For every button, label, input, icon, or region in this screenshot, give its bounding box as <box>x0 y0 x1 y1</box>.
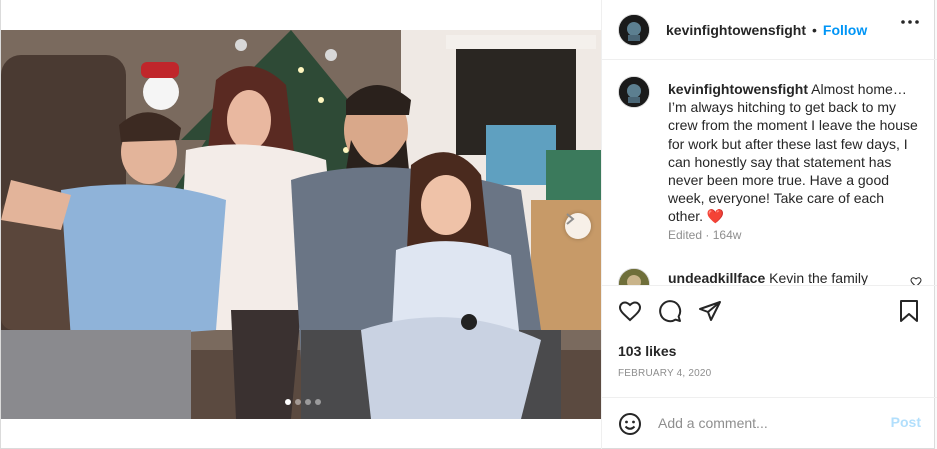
avatar[interactable] <box>618 76 650 108</box>
post-age[interactable]: 164w <box>713 228 742 242</box>
follow-button[interactable]: Follow <box>823 22 867 38</box>
chevron-right-icon <box>566 213 575 225</box>
add-comment-bar: Post <box>602 397 937 449</box>
heart-emoji: ❤️ <box>706 208 725 225</box>
action-bar <box>602 286 937 340</box>
meta-dot: · <box>705 228 710 242</box>
header-username[interactable]: kevinfightowensfight <box>666 22 806 38</box>
caption-username[interactable]: kevinfightowensfight <box>668 81 808 97</box>
caption-body: Almost home… I’m always hitching to get … <box>668 81 918 225</box>
carousel-indicator <box>285 399 321 405</box>
comment-text: undeadkillface Kevin the family <box>668 270 898 286</box>
likes-count[interactable]: 103 likes <box>618 343 676 359</box>
avatar-image <box>619 269 649 285</box>
post-container: kevinfightowensfight • Follow kevinfight… <box>0 0 937 449</box>
carousel-dot <box>285 399 291 405</box>
carousel-dot <box>315 399 321 405</box>
avatar-image <box>619 14 649 45</box>
bookmark-icon[interactable] <box>898 299 920 323</box>
carousel-dot <box>305 399 311 405</box>
comments-section[interactable]: kevinfightowensfight Almost home… I’m al… <box>602 60 937 286</box>
post-details-panel: kevinfightowensfight • Follow kevinfight… <box>601 0 937 449</box>
avatar-image <box>619 77 649 107</box>
carousel-dot <box>295 399 301 405</box>
comment-input[interactable] <box>658 413 878 433</box>
emoji-icon[interactable] <box>618 412 642 436</box>
comment-body: Kevin the family <box>769 270 868 286</box>
comment-icon[interactable] <box>658 299 682 323</box>
avatar[interactable] <box>618 13 650 46</box>
comment-username[interactable]: undeadkillface <box>668 270 765 285</box>
post-date[interactable]: February 4, 2020 <box>618 368 711 379</box>
carousel-next-button[interactable] <box>565 213 591 239</box>
caption-text: kevinfightowensfight Almost home… I’m al… <box>668 80 918 226</box>
edited-label: Edited <box>668 228 703 242</box>
comment-like-icon[interactable] <box>910 276 922 286</box>
header-separator: • <box>812 21 817 38</box>
post-photo[interactable] <box>1 30 601 419</box>
post-header: kevinfightowensfight • Follow <box>602 0 937 60</box>
heart-icon[interactable] <box>618 299 642 323</box>
family-photo-illustration <box>1 30 601 419</box>
more-options-icon[interactable] <box>901 20 919 24</box>
post-button[interactable]: Post <box>891 414 921 430</box>
avatar[interactable] <box>618 268 650 285</box>
share-icon[interactable] <box>698 299 722 323</box>
caption-meta: Edited · 164w <box>668 228 741 242</box>
